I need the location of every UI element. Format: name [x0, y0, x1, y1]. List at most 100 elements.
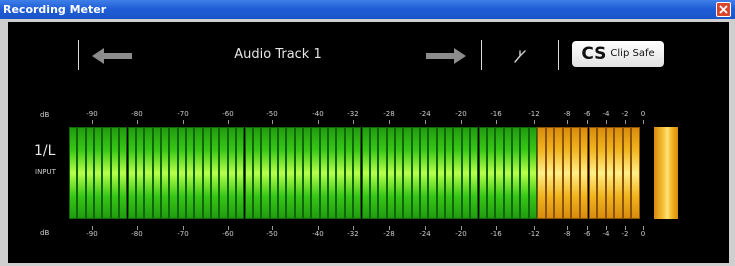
db-tick-mark: [534, 226, 535, 230]
db-tick-mark: [92, 120, 93, 124]
db-tick-label: -16: [490, 230, 502, 238]
db-tick-mark: [353, 120, 354, 124]
db-tick-mark: [137, 120, 138, 124]
meter-segment-orange: [545, 127, 555, 219]
meter-segment-green: [144, 127, 153, 219]
toolbar-divider: [558, 40, 559, 70]
meter-segment-green: [294, 127, 303, 219]
meter-segment-orange: [562, 127, 572, 219]
db-tick-mark: [425, 226, 426, 230]
db-tick-label: -50: [266, 110, 278, 118]
meter-segment-green: [177, 127, 186, 219]
close-button[interactable]: [716, 2, 731, 17]
meter-segment-green: [328, 127, 337, 219]
meter-segment-green: [403, 127, 412, 219]
db-tick-mark: [318, 120, 319, 124]
db-tick-mark: [567, 120, 568, 124]
db-tick-label: -80: [131, 110, 143, 118]
meter-segment-orange: [622, 127, 632, 219]
meter-segment-green: [286, 127, 295, 219]
meter-segment-green: [219, 127, 228, 219]
db-tick-label: -32: [347, 230, 359, 238]
db-tick-mark: [643, 120, 644, 124]
db-tick-mark: [534, 120, 535, 124]
db-tick-mark: [496, 226, 497, 230]
meter-segment-green: [428, 127, 437, 219]
db-tick-label: -8: [563, 230, 571, 238]
meter-segment-green: [211, 127, 220, 219]
db-tick-label: -50: [266, 230, 278, 238]
channel-label: 1/L: [34, 143, 56, 159]
arrow-left-icon[interactable]: [90, 46, 134, 66]
tuning-fork-icon[interactable]: [511, 45, 531, 65]
meter-segment-green: [102, 127, 111, 219]
toolbar-divider: [481, 40, 482, 70]
db-tick-label: -70: [177, 230, 189, 238]
close-icon: [719, 5, 728, 14]
arrow-right-icon[interactable]: [424, 46, 468, 66]
meter-segment-green: [319, 127, 329, 219]
db-tick-mark: [228, 120, 229, 124]
db-tick-mark: [92, 226, 93, 230]
meter-segment-green: [77, 127, 86, 219]
meter-segment-green: [420, 127, 429, 219]
meter-segment-green: [436, 127, 446, 219]
meter-segment-orange: [571, 127, 580, 219]
db-tick-label: -12: [528, 110, 540, 118]
meter-segment-green: [127, 127, 136, 219]
meter-segment-green: [303, 127, 312, 219]
meter-segment-green: [478, 127, 487, 219]
db-tick-label: -60: [222, 230, 234, 238]
db-tick-mark: [183, 120, 184, 124]
meter-segment-green: [227, 127, 237, 219]
clip-safe-button[interactable]: CS Clip Safe: [572, 41, 664, 67]
db-tick-mark: [625, 226, 626, 230]
meter-segment-green: [353, 127, 362, 219]
meter-segment-green: [495, 127, 504, 219]
db-tick-label: -90: [86, 230, 98, 238]
db-tick-mark: [625, 120, 626, 124]
db-tick-mark: [461, 120, 462, 124]
db-tick-mark: [606, 120, 607, 124]
db-tick-mark: [272, 120, 273, 124]
meter-segment-green: [503, 127, 512, 219]
meter-segment-green: [169, 127, 178, 219]
db-tick-label: -8: [563, 110, 571, 118]
meter-segment-green: [470, 127, 479, 219]
channel-source: INPUT: [35, 168, 56, 176]
meter-segment-green: [520, 127, 529, 219]
db-tick-label: -28: [383, 230, 395, 238]
db-tick-mark: [389, 226, 390, 230]
meter-segment-green: [336, 127, 345, 219]
meter-segment-orange: [579, 127, 589, 219]
peak-indicator: [654, 127, 678, 219]
db-tick-mark: [496, 120, 497, 124]
meter-segment-green: [85, 127, 95, 219]
db-tick-label: -12: [528, 230, 540, 238]
meter-segment-green: [252, 127, 262, 219]
meter-segment-green: [453, 127, 462, 219]
db-tick-label: -6: [583, 110, 591, 118]
meter-segment-green: [378, 127, 387, 219]
db-tick-mark: [461, 226, 462, 230]
meter-segment-green: [69, 127, 78, 219]
db-tick-label: -28: [383, 110, 395, 118]
db-tick-label: -2: [621, 230, 629, 238]
meter-segment-green: [445, 127, 454, 219]
db-tick-mark: [272, 226, 273, 230]
meter-segment-green: [202, 127, 212, 219]
meter-segment-orange: [631, 127, 640, 219]
db-unit-label: dB: [40, 111, 50, 119]
db-tick-label: -32: [347, 110, 359, 118]
db-tick-label: -2: [621, 110, 629, 118]
meter-segment-green: [94, 127, 103, 219]
db-tick-label: -40: [312, 230, 324, 238]
db-tick-label: -4: [602, 110, 610, 118]
db-tick-mark: [389, 120, 390, 124]
meter-segment-green: [194, 127, 203, 219]
meter-segment-green: [411, 127, 420, 219]
db-tick-label: -90: [86, 110, 98, 118]
meter-segment-green: [369, 127, 379, 219]
meter-segment-green: [311, 127, 320, 219]
db-tick-label: -70: [177, 110, 189, 118]
